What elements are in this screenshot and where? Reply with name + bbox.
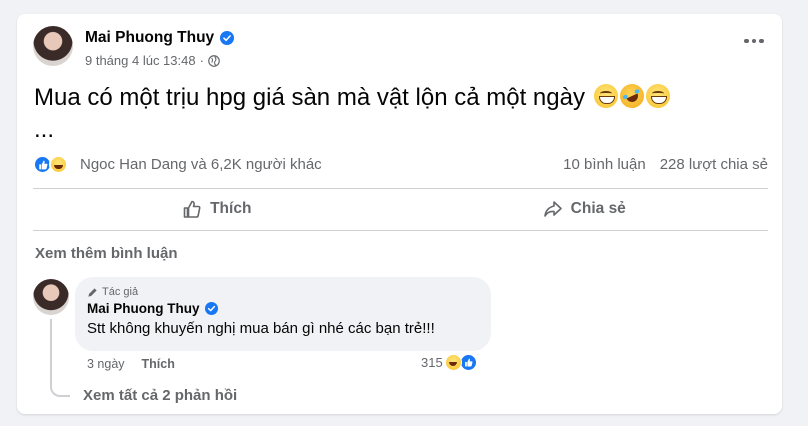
reaction-icons[interactable] [33,155,68,174]
dot-icon [744,38,749,44]
post-text: Mua có một trịu hpg giá sàn mà vật lộn c… [34,84,585,111]
share-button[interactable]: Chia sẻ [401,191,769,227]
author-tag: Tác giả [87,286,479,298]
comment-author[interactable]: Mai Phuong Thuy [87,301,200,316]
haha-reaction-icon [444,354,462,371]
share-label: Chia sẻ [570,200,626,217]
dot-icon [759,38,764,44]
author-avatar[interactable] [33,26,73,66]
author-tag-label: Tác giả [102,286,139,298]
author-name-row: Mai Phuong Thuy [85,29,235,47]
shares-count[interactable]: 228 lượt chia sẻ [660,156,768,173]
reactions-summary[interactable]: Ngoc Han Dang và 6,2K người khác [80,156,322,173]
reactions-bar: Ngoc Han Dang và 6,2K người khác 10 bình… [33,154,768,176]
post-actions: Thích Chia sẻ [33,191,768,227]
divider [33,230,768,231]
grin-emoji-icon [593,84,618,108]
comment-like-button[interactable]: Thích [142,357,175,371]
comment-author-row: Mai Phuong Thuy [87,301,479,316]
globe-icon [208,54,220,67]
like-reaction-icon [459,354,477,371]
pencil-icon [88,287,97,297]
view-replies-link[interactable]: Xem tất cả 2 phản hồi [83,387,237,404]
author-name[interactable]: Mai Phuong Thuy [85,29,214,47]
grin-emoji-icon [645,84,670,108]
verified-badge-icon [220,31,235,45]
dot-icon [751,38,757,44]
comment-text: Stt không khuyến nghị mua bán gì nhé các… [87,320,435,337]
divider [33,188,768,189]
haha-reaction-icon [49,155,68,174]
share-icon [543,201,562,217]
comment-time[interactable]: 3 ngày [87,357,125,371]
like-label: Thích [210,200,252,217]
verified-badge-icon [204,302,218,315]
post-meta: 9 tháng 4 lúc 13:48 · [85,53,220,68]
comments-count[interactable]: 10 bình luận [563,156,646,173]
see-more-comments-link[interactable]: Xem thêm bình luận [35,245,178,262]
rofl-emoji-icon [615,80,648,112]
more-options-button[interactable] [742,36,766,46]
comment-reactions[interactable]: 315 [421,354,477,371]
post-timestamp[interactable]: 9 tháng 4 lúc 13:48 [85,53,196,68]
comment-meta: 3 ngày Thích [87,357,175,371]
like-button[interactable]: Thích [33,191,401,227]
reply-thread-line [50,319,70,397]
comment-bubble: Tác giả Mai Phuong Thuy Stt không khuyến… [75,277,491,351]
engagement-counts: 10 bình luận 228 lượt chia sẻ [563,156,768,173]
post-card: Mai Phuong Thuy 9 tháng 4 lúc 13:48 · Mu… [17,14,782,414]
comment-reaction-count: 315 [421,355,443,370]
post-text-more[interactable]: ... [34,116,54,143]
thumbs-up-icon [183,200,201,218]
commenter-avatar[interactable] [33,279,69,315]
post-body: Mua có một trịu hpg giá sàn mà vật lộn c… [34,80,764,146]
